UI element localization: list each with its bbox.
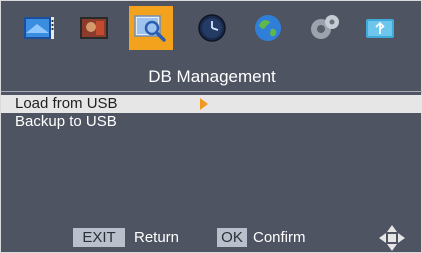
menu-item-label: Load from USB — [15, 95, 118, 112]
page-title: DB Management — [148, 67, 276, 86]
ok-key-badge[interactable]: OK — [217, 228, 247, 247]
tab-settings[interactable] — [305, 8, 345, 48]
db-menu-list: Load from USB Backup to USB — [1, 95, 422, 131]
usb-icon — [366, 19, 394, 38]
tab-tv[interactable] — [19, 8, 59, 48]
menu-item-load-from-usb[interactable]: Load from USB — [1, 95, 422, 113]
menu-item-label: Backup to USB — [15, 113, 117, 130]
tab-usb[interactable] — [360, 8, 400, 48]
picture-icon — [80, 17, 108, 39]
menu-item-backup-to-usb[interactable]: Backup to USB — [1, 113, 422, 131]
settings-icon — [311, 15, 339, 39]
tab-picture[interactable] — [74, 8, 114, 48]
exit-key-badge[interactable]: EXIT — [73, 228, 125, 247]
tv-icon — [24, 17, 54, 39]
clock-icon — [198, 14, 226, 42]
tab-globe[interactable] — [248, 8, 288, 48]
dpad-icon — [379, 225, 405, 251]
main-menu-icon-bar — [1, 1, 422, 63]
osd-screen: DB Management Load from USB Backup to US… — [0, 0, 422, 253]
arrow-right-icon — [200, 98, 208, 110]
exit-hint-label: Return — [134, 229, 180, 246]
tab-clock[interactable] — [192, 8, 232, 48]
search-icon — [134, 15, 166, 42]
tab-search[interactable] — [129, 6, 173, 50]
ok-hint-label: Confirm — [253, 229, 306, 246]
title-divider — [1, 91, 422, 92]
globe-icon — [255, 15, 281, 41]
help-bar: EXIT Return OK Confirm — [1, 225, 422, 251]
